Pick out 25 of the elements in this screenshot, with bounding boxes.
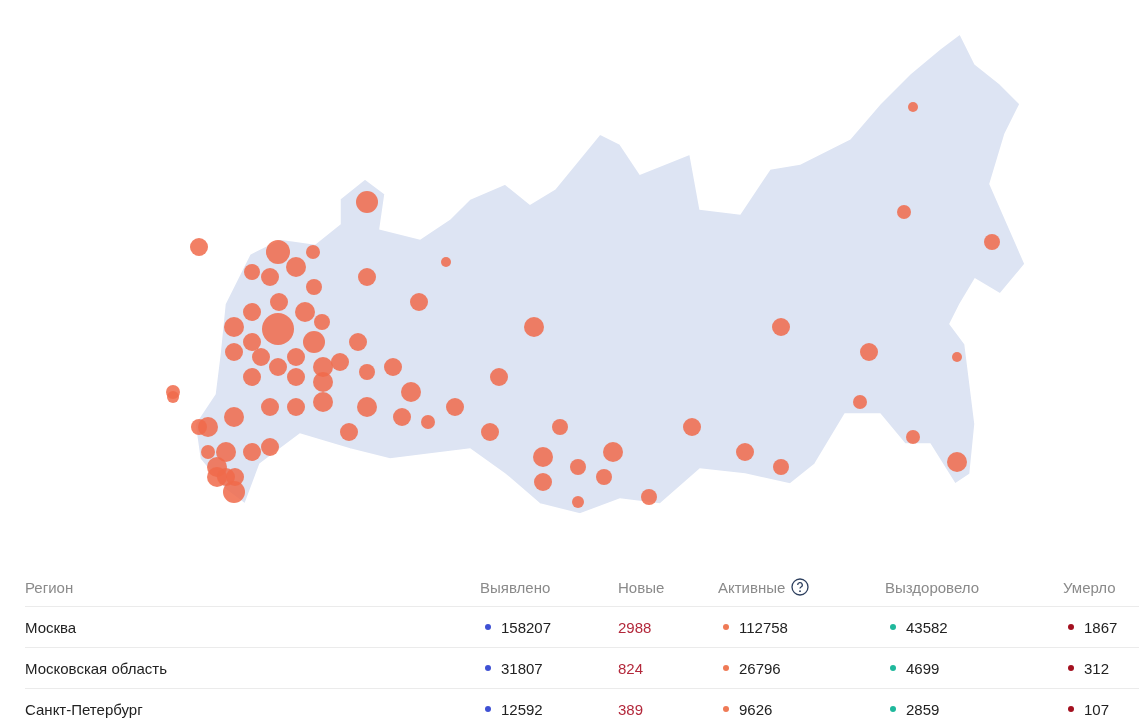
table-value: 107 (1084, 700, 1110, 718)
column-header: Активные (718, 578, 786, 596)
table-value: 43582 (906, 618, 948, 636)
table-value: 312 (1084, 659, 1110, 677)
region-name: Санкт-Петербург (25, 700, 143, 718)
region-name: Московская область (25, 659, 167, 677)
table-value: 1867 (1084, 618, 1118, 636)
column-header: Регион (25, 578, 74, 596)
table-value: 389 (618, 700, 644, 718)
region-name: Москва (25, 618, 77, 636)
column-header: Умерло (1063, 578, 1116, 596)
table-value: 158207 (501, 618, 552, 636)
column-header: Новые (618, 578, 665, 596)
table-value: 12592 (501, 700, 543, 718)
table-value: 31807 (501, 659, 543, 677)
table-value: 112758 (739, 618, 788, 636)
column-header: Выздоровело (885, 578, 980, 596)
table-value: 26796 (739, 659, 781, 677)
table-value: 2988 (618, 618, 652, 636)
table-value: 824 (618, 659, 644, 677)
table-value: 2859 (906, 700, 940, 718)
help-icon[interactable] (791, 578, 810, 596)
column-header: Выявлено (480, 578, 551, 596)
table-value: 9626 (739, 700, 773, 718)
table-value: 4699 (906, 659, 940, 677)
